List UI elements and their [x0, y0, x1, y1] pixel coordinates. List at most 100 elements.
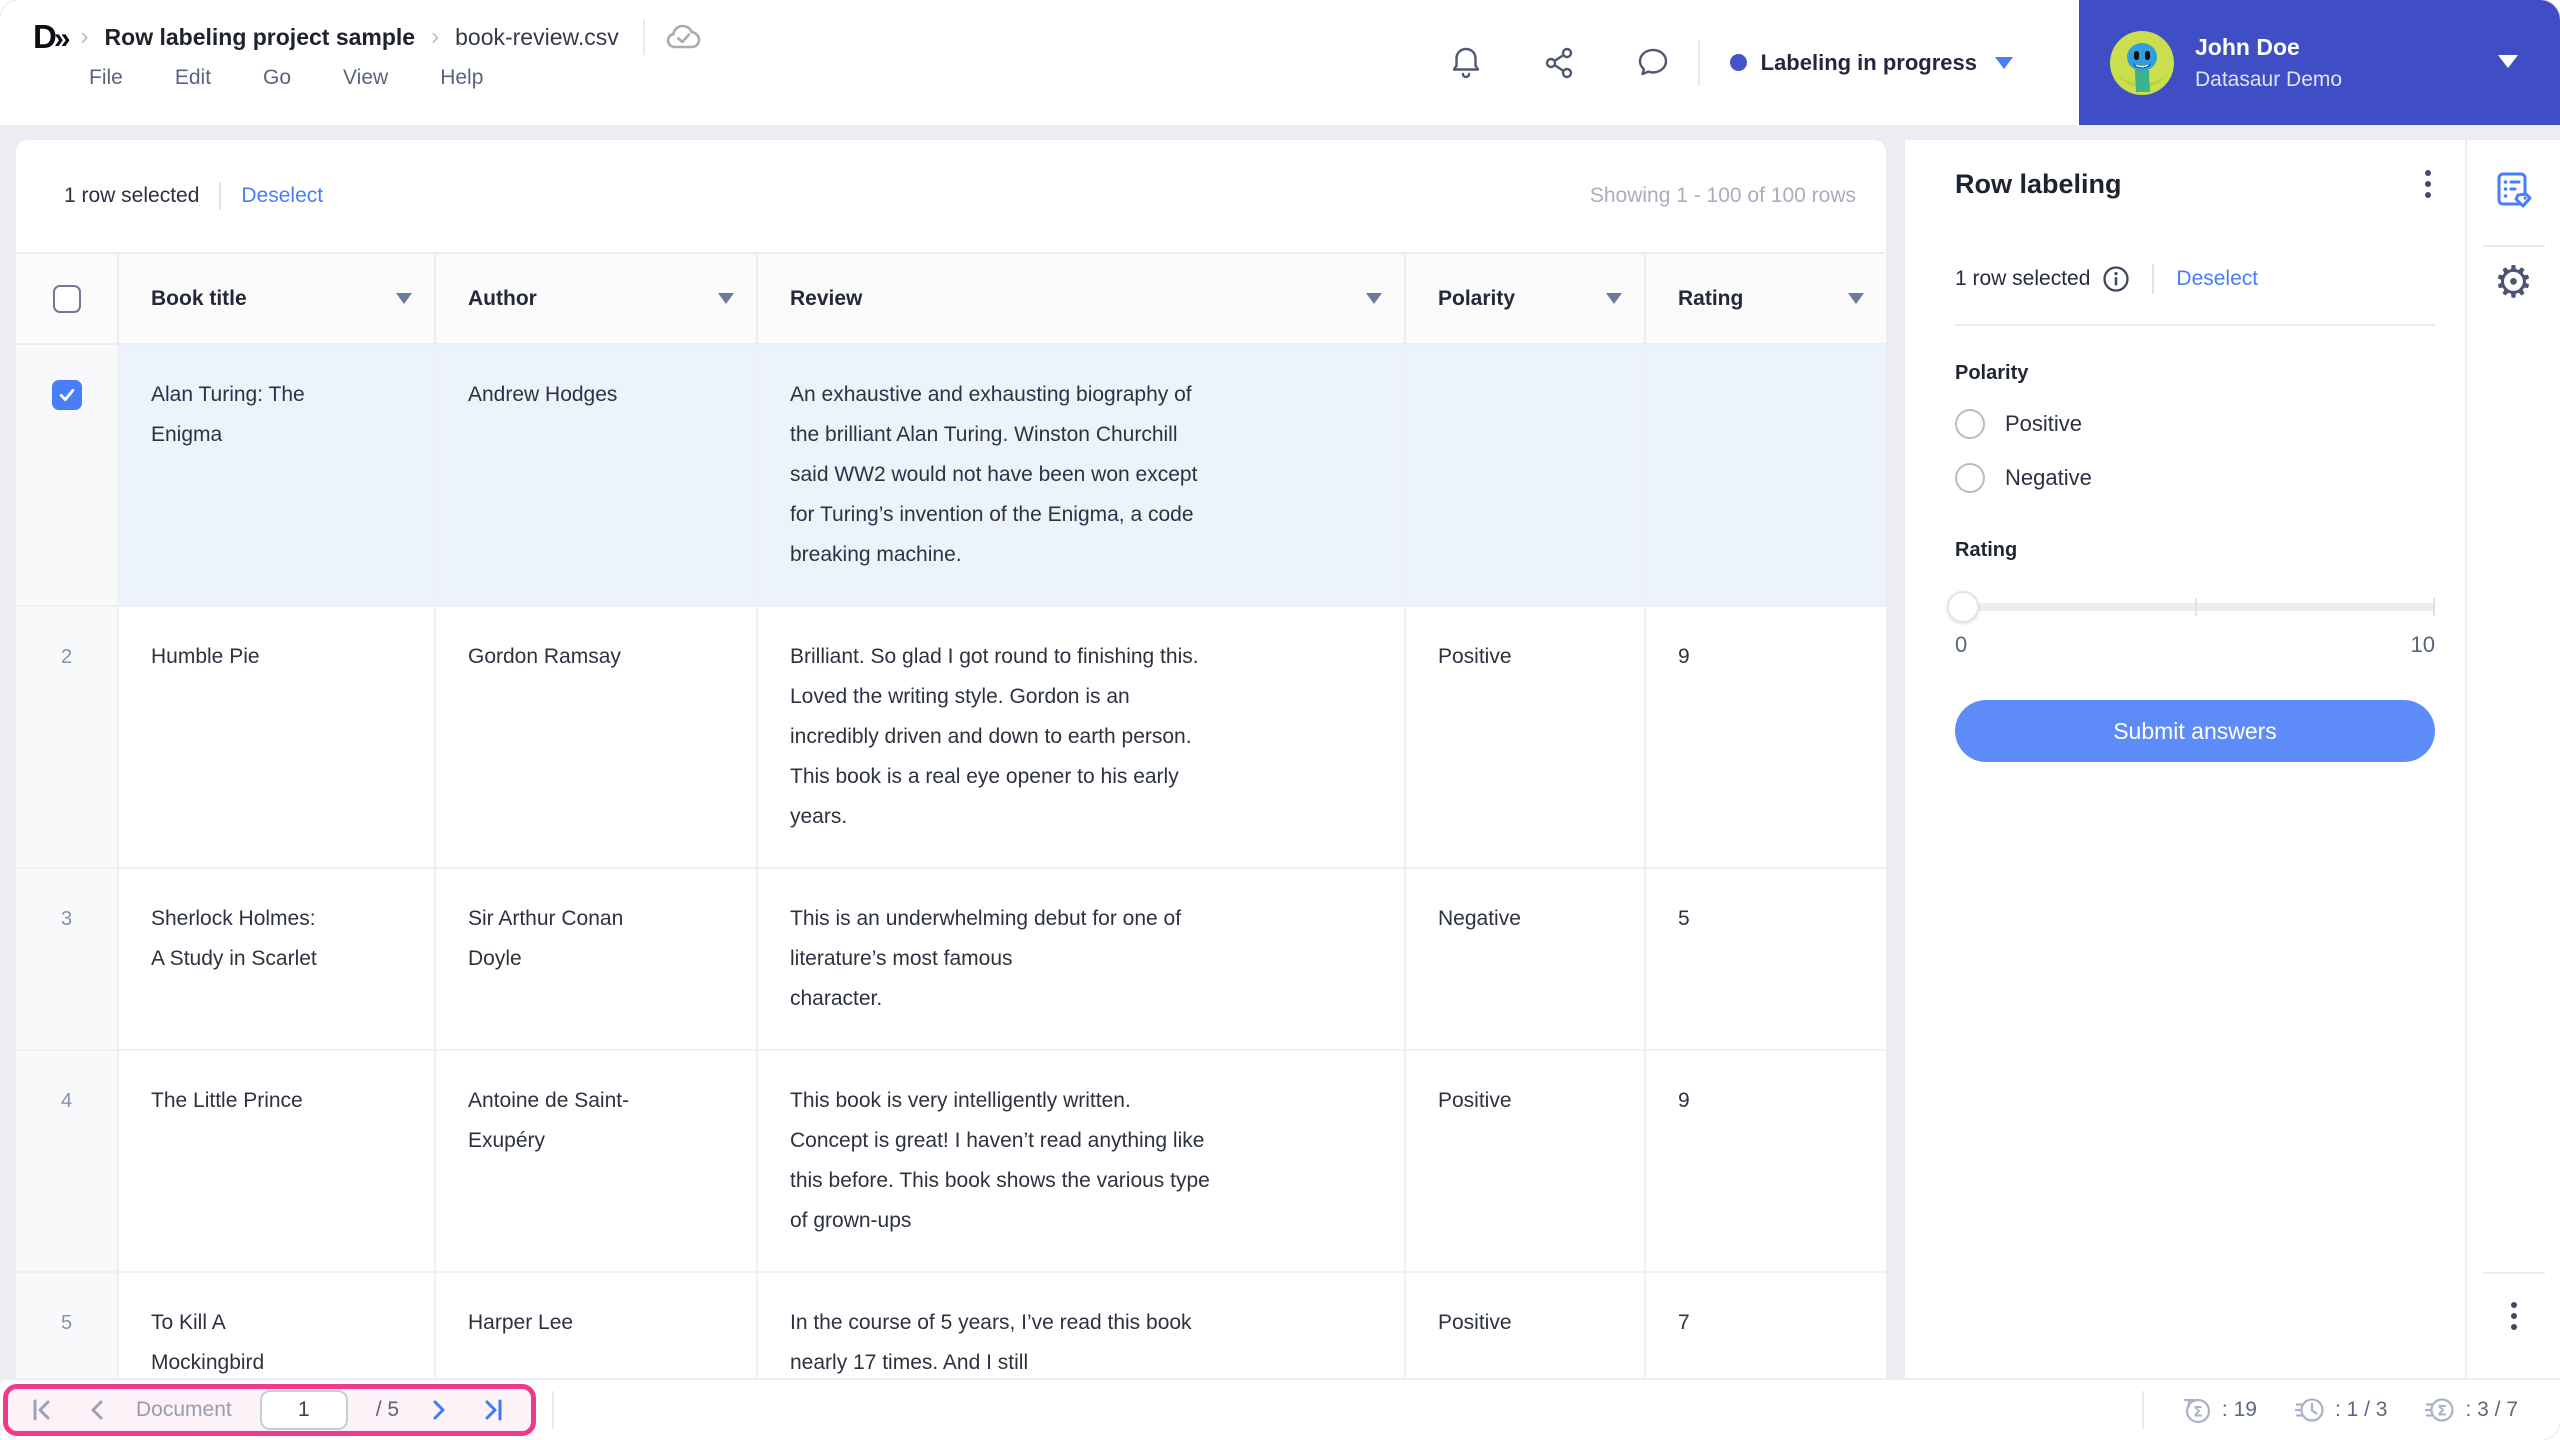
column-header-polarity[interactable]: Polarity: [1406, 254, 1646, 343]
cloud-saved-icon: [665, 20, 703, 54]
table-row[interactable]: 5 To Kill A Mockingbird Harper Lee In th…: [16, 1273, 1886, 1378]
filter-caret-icon[interactable]: [1366, 293, 1382, 304]
table-row[interactable]: Alan Turing: The Enigma Andrew Hodges An…: [16, 345, 1886, 607]
menu-file[interactable]: File: [89, 66, 123, 90]
cell-author: Gordon Ramsay: [436, 607, 758, 867]
slider-thumb[interactable]: [1947, 591, 1979, 623]
settings-gear-icon[interactable]: ⚙: [2494, 261, 2533, 305]
notifications-bell-icon[interactable]: [1450, 46, 1482, 80]
last-page-icon[interactable]: [479, 1396, 507, 1424]
label-progress-counter: Σ : 3 / 7: [2425, 1395, 2518, 1425]
user-menu[interactable]: John Doe Datasaur Demo: [2079, 0, 2560, 125]
right-rail: ⚙: [2465, 140, 2560, 1378]
rating-slider[interactable]: [1955, 594, 2435, 620]
comment-bubble-icon[interactable]: [1636, 46, 1670, 80]
row-labeling-tool-icon[interactable]: [2492, 170, 2536, 219]
row-number-cell[interactable]: [16, 345, 119, 605]
divider: [1955, 324, 2435, 326]
svg-text:Σ: Σ: [2193, 1405, 2203, 1421]
panel-kebab-menu-icon[interactable]: [2421, 166, 2435, 202]
deselect-link[interactable]: Deselect: [241, 184, 323, 208]
row-number: 2: [61, 637, 72, 677]
previous-page-icon[interactable]: [84, 1396, 108, 1424]
radio-icon[interactable]: [1955, 463, 1985, 493]
first-page-icon[interactable]: [28, 1396, 56, 1424]
menu-go[interactable]: Go: [263, 66, 291, 90]
right-panel: Row labeling 1 row selected Deselect Pol…: [1905, 140, 2560, 1378]
cell-rating: 9: [1646, 607, 1886, 867]
cell-polarity: Positive: [1406, 1051, 1646, 1271]
row-number-cell[interactable]: 4: [16, 1051, 119, 1271]
filter-caret-icon[interactable]: [718, 293, 734, 304]
breadcrumb-file[interactable]: book-review.csv: [455, 24, 619, 51]
divider: [2142, 1391, 2144, 1429]
radio-icon[interactable]: [1955, 409, 1985, 439]
cell-polarity: Negative: [1406, 869, 1646, 1049]
divider: [2483, 245, 2545, 247]
page-total: / 5: [376, 1398, 399, 1422]
datasaur-logo-icon[interactable]: D»: [33, 18, 65, 56]
cell-rating: [1646, 345, 1886, 605]
filter-caret-icon[interactable]: [1848, 293, 1864, 304]
panel-selected-count: 1 row selected: [1955, 267, 2090, 291]
next-page-icon[interactable]: [427, 1396, 451, 1424]
page-number-input[interactable]: 1: [260, 1390, 348, 1430]
cell-rating: 9: [1646, 1051, 1886, 1271]
row-number-cell[interactable]: 2: [16, 607, 119, 867]
menu-view[interactable]: View: [343, 66, 388, 90]
menu-edit[interactable]: Edit: [175, 66, 211, 90]
table-row[interactable]: 3 Sherlock Holmes: A Study in Scarlet Si…: [16, 869, 1886, 1051]
filter-caret-icon[interactable]: [396, 293, 412, 304]
divider: [552, 1391, 554, 1429]
bottom-bar: Document 1 / 5 Σ : 19 : 1 / 3: [0, 1378, 2560, 1440]
cell-book-title: Alan Turing: The Enigma: [119, 345, 436, 605]
cell-review: This book is very intelligently written.…: [758, 1051, 1406, 1271]
time-progress-counter: : 1 / 3: [2295, 1395, 2388, 1425]
submit-answers-button[interactable]: Submit answers: [1955, 700, 2435, 762]
menu-help[interactable]: Help: [440, 66, 483, 90]
polarity-section-label: Polarity: [1955, 362, 2435, 385]
radio-option-negative[interactable]: Negative: [1955, 463, 2435, 493]
filter-caret-icon[interactable]: [1606, 293, 1622, 304]
cell-book-title: Humble Pie: [119, 607, 436, 867]
info-icon[interactable]: [2102, 265, 2130, 293]
radio-option-positive[interactable]: Positive: [1955, 409, 2435, 439]
cell-review: Brilliant. So glad I got round to finish…: [758, 607, 1406, 867]
cell-review: In the course of 5 years, I’ve read this…: [758, 1273, 1406, 1378]
divider: [1698, 40, 1700, 86]
cell-book-title: The Little Prince: [119, 1051, 436, 1271]
column-header-review[interactable]: Review: [758, 254, 1406, 343]
table-row[interactable]: 4 The Little Prince Antoine de Saint- Ex…: [16, 1051, 1886, 1273]
cell-polarity: Positive: [1406, 1273, 1646, 1378]
column-header-author[interactable]: Author: [436, 254, 758, 343]
table-row[interactable]: 2 Humble Pie Gordon Ramsay Brilliant. So…: [16, 607, 1886, 869]
row-number-cell[interactable]: 5: [16, 1273, 119, 1378]
cell-author: Andrew Hodges: [436, 345, 758, 605]
slider-end-tick: [2433, 598, 2435, 616]
select-all-checkbox[interactable]: [53, 285, 81, 313]
row-checkbox-checked[interactable]: [52, 380, 82, 410]
cell-book-title: Sherlock Holmes: A Study in Scarlet: [119, 869, 436, 1049]
column-header-book-title[interactable]: Book title: [119, 254, 436, 343]
share-icon[interactable]: [1542, 46, 1576, 80]
cell-author: Harper Lee: [436, 1273, 758, 1378]
user-workspace: Datasaur Demo: [2195, 68, 2342, 92]
table-body: Alan Turing: The Enigma Andrew Hodges An…: [16, 345, 1886, 1378]
showing-rows-text: Showing 1 - 100 of 100 rows: [1590, 184, 1856, 208]
status-label: Labeling in progress: [1761, 50, 1977, 76]
chevron-down-icon: [2498, 55, 2518, 68]
status-dot-icon: [1730, 54, 1747, 71]
chevron-right-icon: ›: [81, 23, 89, 51]
cell-review: This is an underwhelming debut for one o…: [758, 869, 1406, 1049]
column-header-rating[interactable]: Rating: [1646, 254, 1886, 343]
divider: [2483, 1272, 2545, 1274]
pagination-label: Document: [136, 1398, 232, 1422]
cell-polarity: [1406, 345, 1646, 605]
cell-rating: 5: [1646, 869, 1886, 1049]
row-number-cell[interactable]: 3: [16, 869, 119, 1049]
panel-deselect-link[interactable]: Deselect: [2176, 267, 2258, 291]
divider: [643, 19, 645, 55]
status-dropdown[interactable]: Labeling in progress: [1730, 50, 2013, 76]
breadcrumb-project[interactable]: Row labeling project sample: [105, 24, 416, 51]
rail-kebab-menu-icon[interactable]: [2507, 1298, 2521, 1334]
